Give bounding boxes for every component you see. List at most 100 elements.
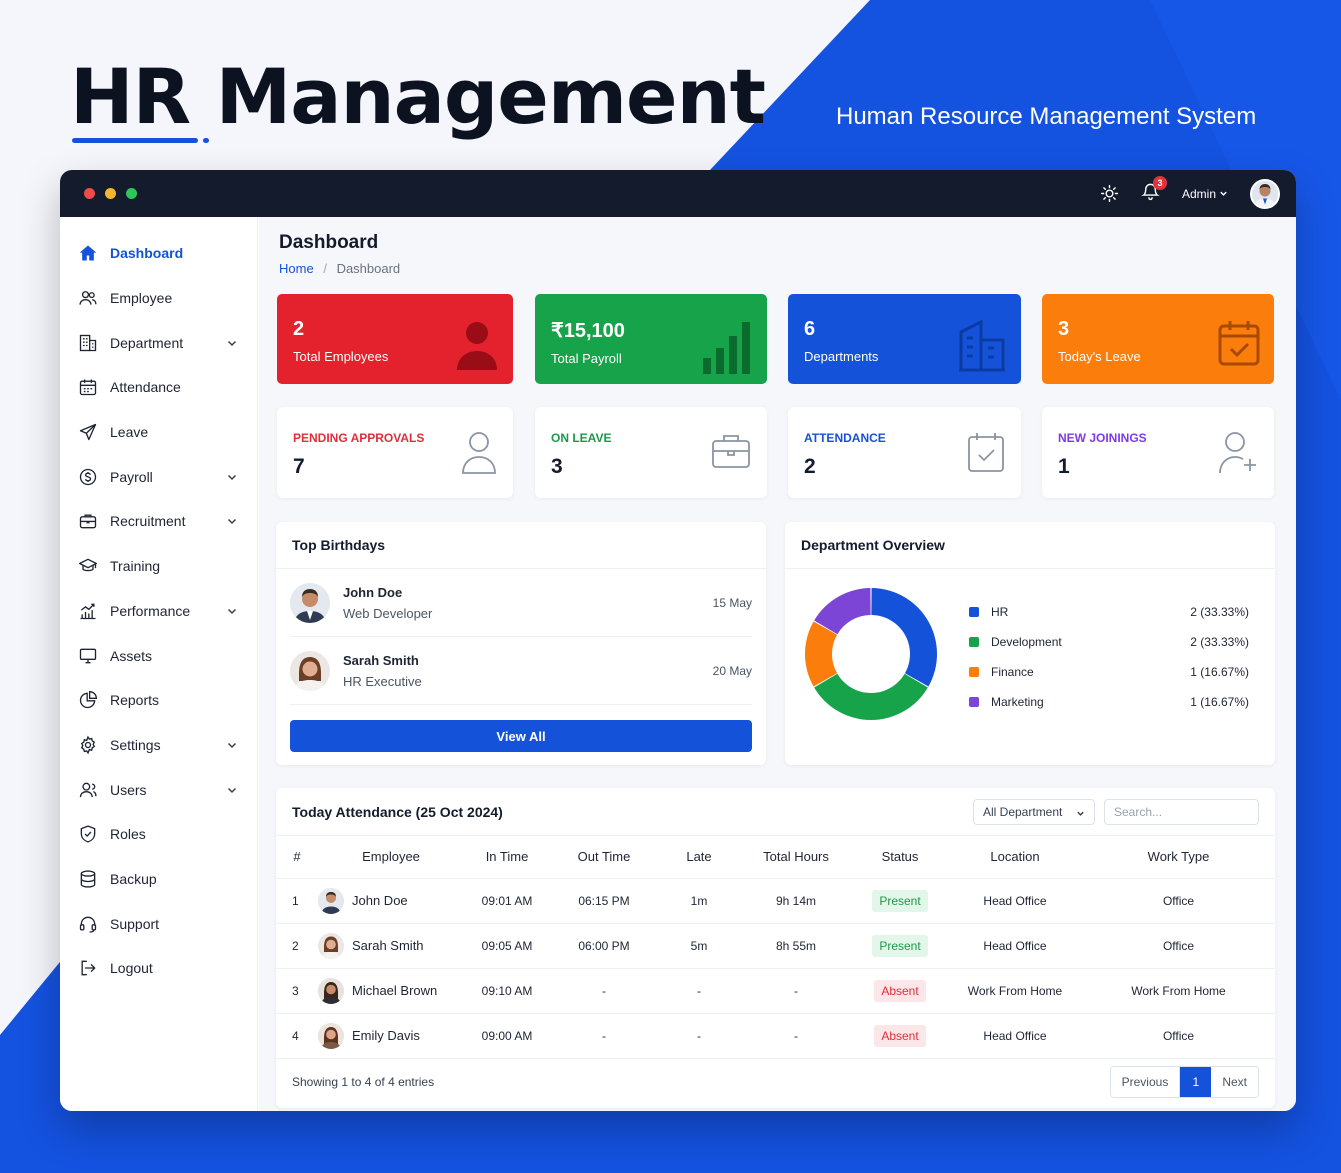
title-bar: 3 Admin — [60, 170, 1296, 217]
birthday-row[interactable]: Sarah Smith HR Executive 20 May — [290, 638, 752, 705]
stat-card-todays-leave[interactable]: 3 Today's Leave — [1042, 294, 1274, 384]
legend-label: Development — [991, 635, 1062, 649]
birthdays-title: Top Birthdays — [276, 522, 766, 569]
mini-card-new-joinings[interactable]: NEW JOININGS 1 — [1042, 407, 1274, 498]
legend-item-marketing[interactable]: Marketing 1 (16.67%) — [969, 687, 1249, 717]
location: Work From Home — [948, 968, 1082, 1014]
legend-item-finance[interactable]: Finance 1 (16.67%) — [969, 657, 1249, 687]
stat-card-total-payroll[interactable]: ₹15,100 Total Payroll — [535, 294, 767, 384]
column-header-late[interactable]: Late — [658, 836, 740, 879]
table-row[interactable]: 3 Michael Brown 09:10 AM - - - Absent Wo… — [276, 968, 1275, 1014]
notification-button[interactable]: 3 — [1141, 175, 1167, 206]
work-type: Office — [1082, 923, 1275, 969]
user-plus-icon — [1219, 432, 1256, 474]
table-row[interactable]: 1 John Doe 09:01 AM 06:15 PM 1m 9h 14m P… — [276, 878, 1275, 924]
department-overview-card: Department Overview HR 2 (33.33%) Develo… — [785, 522, 1275, 765]
mini-card-pending-approvals[interactable]: PENDING APPROVALS 7 — [277, 407, 513, 498]
window-maximize-dot[interactable] — [126, 188, 137, 199]
legend-swatch — [969, 697, 979, 707]
legend-swatch — [969, 637, 979, 647]
status-cell: Absent — [852, 968, 948, 1014]
user-avatar[interactable] — [1250, 178, 1280, 209]
breadcrumb-home-link[interactable]: Home — [279, 261, 314, 276]
column-header-total-hours[interactable]: Total Hours — [740, 836, 852, 879]
department-donut-chart — [805, 588, 937, 720]
person-icon — [457, 322, 497, 370]
avatar — [318, 932, 344, 959]
view-all-button[interactable]: View All — [290, 720, 752, 752]
sidebar-item-employee[interactable]: Employee — [60, 276, 257, 321]
search-input[interactable] — [1104, 798, 1259, 825]
location: Head Office — [948, 1013, 1082, 1059]
donut-slice-hr[interactable] — [871, 588, 937, 687]
sidebar-item-recruitment[interactable]: Recruitment — [60, 499, 257, 544]
sidebar-item-reports[interactable]: Reports — [60, 678, 257, 723]
sidebar-item-backup[interactable]: Backup — [60, 857, 257, 902]
out-time: 06:15 PM — [550, 878, 658, 924]
mini-card-attendance[interactable]: ATTENDANCE 2 — [788, 407, 1021, 498]
sidebar-item-logout[interactable]: Logout — [60, 946, 257, 991]
sidebar-item-department[interactable]: Department — [60, 320, 257, 365]
status-badge: Absent — [874, 979, 926, 1002]
sidebar-item-settings[interactable]: Settings — [60, 723, 257, 768]
sidebar-item-training[interactable]: Training — [60, 544, 257, 589]
sidebar-item-assets[interactable]: Assets — [60, 633, 257, 678]
theme-toggle-icon[interactable] — [1100, 184, 1119, 203]
column-header-location[interactable]: Location — [948, 836, 1082, 879]
mini-card-on-leave[interactable]: ON LEAVE 3 — [535, 407, 767, 498]
sidebar-item-dashboard[interactable]: Dashboard — [60, 231, 257, 276]
donut-slice-finance[interactable] — [805, 621, 838, 687]
hero-subtitle: Human Resource Management System — [836, 103, 1257, 130]
out-time: - — [550, 1013, 658, 1059]
sidebar-item-users[interactable]: Users — [60, 767, 257, 812]
legend-item-hr[interactable]: HR 2 (33.33%) — [969, 597, 1249, 627]
donut-slice-development[interactable] — [814, 673, 928, 720]
column-header-work-type[interactable]: Work Type — [1082, 836, 1275, 879]
hero-underline — [72, 138, 198, 143]
breadcrumb: Home / Dashboard — [279, 261, 400, 276]
table-row[interactable]: 2 Sarah Smith 09:05 AM 06:00 PM 5m 8h 55… — [276, 923, 1275, 969]
page-1-button[interactable]: 1 — [1180, 1067, 1212, 1097]
total-hours: 8h 55m — [740, 923, 852, 969]
birthdays-card: Top Birthdays John Doe Web Developer 15 … — [276, 522, 766, 765]
column-header-number[interactable]: # — [276, 836, 318, 879]
sidebar-item-label: Logout — [110, 960, 153, 977]
avatar — [318, 977, 344, 1004]
employee-cell: Michael Brown — [318, 968, 464, 1014]
legend-item-development[interactable]: Development 2 (33.33%) — [969, 627, 1249, 657]
sidebar-item-payroll[interactable]: Payroll — [60, 454, 257, 499]
avatar — [318, 887, 344, 914]
sidebar-item-label: Performance — [110, 602, 191, 619]
paper-plane-icon — [79, 423, 97, 441]
sidebar-item-label: Attendance — [110, 379, 181, 396]
next-page-button[interactable]: Next — [1211, 1067, 1258, 1097]
sidebar-item-performance[interactable]: Performance — [60, 589, 257, 634]
late: 5m — [658, 923, 740, 969]
status-cell: Present — [852, 923, 948, 969]
column-header-employee[interactable]: Employee — [318, 836, 464, 879]
stat-card-total-employees[interactable]: 2 Total Employees — [277, 294, 513, 384]
table-row[interactable]: 4 Emily Davis 09:00 AM - - - Absent Head… — [276, 1013, 1275, 1059]
sidebar-item-roles[interactable]: Roles — [60, 812, 257, 857]
sidebar-item-support[interactable]: Support — [60, 901, 257, 946]
sidebar-item-attendance[interactable]: Attendance — [60, 365, 257, 410]
column-header-status[interactable]: Status — [852, 836, 948, 879]
user-menu[interactable]: Admin — [1182, 187, 1228, 201]
window-close-dot[interactable] — [84, 188, 95, 199]
status-badge: Present — [872, 889, 928, 912]
sidebar-item-leave[interactable]: Leave — [60, 410, 257, 455]
birthday-date: 15 May — [712, 596, 752, 610]
pie-chart-icon — [79, 691, 98, 709]
employee-cell: Emily Davis — [318, 1013, 464, 1059]
briefcase-icon — [79, 514, 97, 529]
department-filter-select[interactable]: All Department — [973, 798, 1095, 825]
previous-page-button[interactable]: Previous — [1110, 1067, 1181, 1097]
birthday-row[interactable]: John Doe Web Developer 15 May — [290, 570, 752, 637]
window-minimize-dot[interactable] — [105, 188, 116, 199]
avatar — [290, 651, 330, 691]
legend-value: 2 (33.33%) — [1190, 635, 1249, 649]
stat-card-departments[interactable]: 6 Departments — [788, 294, 1021, 384]
chevron-down-icon — [227, 340, 237, 346]
column-header-in-time[interactable]: In Time — [464, 836, 550, 879]
column-header-out-time[interactable]: Out Time — [550, 836, 658, 879]
